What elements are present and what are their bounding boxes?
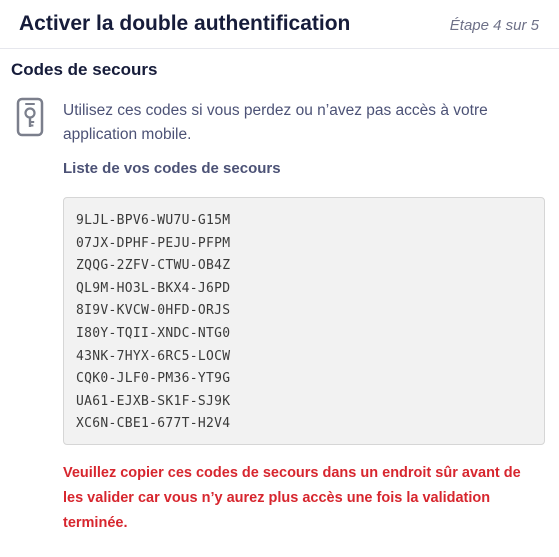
phone-lock-icon xyxy=(16,97,44,137)
backup-codes-box[interactable]: 9LJL-BPV6-WU7U-G15M 07JX-DPHF-PEJU-PFPM … xyxy=(63,197,545,445)
page-title: Activer la double authentification xyxy=(19,12,351,35)
intro-text: Utilisez ces codes si vous perdez ou n’a… xyxy=(63,102,488,143)
backup-code: UA61-EJXB-SK1F-SJ9K xyxy=(76,393,231,409)
backup-code: CQK0-JLF0-PM36-YT9G xyxy=(76,371,231,387)
backup-code: QL9M-HO3L-BKX4-J6PD xyxy=(76,280,231,296)
backup-code: I80Y-TQII-XNDC-NTG0 xyxy=(76,325,231,341)
backup-code: 9LJL-BPV6-WU7U-G15M xyxy=(76,213,231,228)
backup-code: 8I9V-KVCW-0HFD-ORJS xyxy=(76,303,231,319)
backup-code: 07JX-DPHF-PEJU-PFPM xyxy=(76,235,231,251)
backup-code: 43NK-7HYX-6RC5-LOCW xyxy=(76,348,231,364)
dialog-header: Activer la double authentification Étape… xyxy=(0,0,559,48)
section-title: Codes de secours xyxy=(11,60,158,79)
header-divider xyxy=(0,48,559,49)
step-indicator: Étape 4 sur 5 xyxy=(449,17,539,34)
codes-list-title: Liste de vos codes de secours xyxy=(63,160,281,177)
backup-code: XC6N-CBE1-677T-H2V4 xyxy=(76,416,231,432)
backup-code: ZQQG-2ZFV-CTWU-OB4Z xyxy=(76,258,231,274)
warning-message: Veuillez copier ces codes de secours dan… xyxy=(63,465,521,531)
